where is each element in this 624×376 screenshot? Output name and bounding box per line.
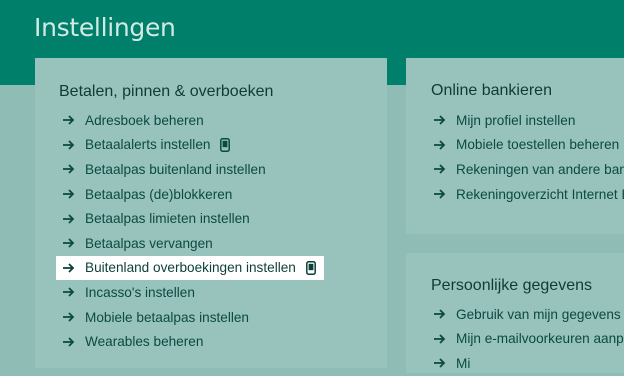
personal-data-card: Persoonlijke gegevens Gebruik van mijn g… [406,253,624,373]
link-label: Wearables beheren [85,334,204,350]
arrow-right-icon [434,164,446,175]
arrow-right-icon [63,263,75,273]
arrow-right-icon [63,287,75,298]
arrow-right-icon [434,309,446,319]
link-label: Mobiele betaalpas instellen [85,309,249,325]
arrow-right-icon [63,238,75,248]
link-buitenland-overboekingen[interactable]: Buitenland overboekingen instellen [56,255,324,281]
link-betaalpas-vervangen[interactable]: Betaalpas vervangen [62,231,324,256]
link-label: Mijn e-mailvoorkeuren aanpass [456,331,624,347]
payments-link-list: Adresboek beheren Betaalalerts instellen… [56,108,324,354]
arrow-right-icon [63,115,75,125]
link-label: Betaalpas buitenland instellen [85,161,266,177]
link-betaalpas-blokkeren[interactable]: Betaalpas (de)blokkeren [62,182,324,207]
link-label: Betaalpas vervangen [85,235,213,251]
link-andere-banken[interactable]: Rekeningen van andere banken [433,157,624,182]
link-label: Rekeningoverzicht Internet Ban [456,186,624,202]
arrow-right-icon [63,164,75,175]
link-mobiele-toestellen[interactable]: Mobiele toestellen beheren [433,133,624,158]
arrow-right-icon [63,337,75,347]
arrow-right-icon [434,334,446,344]
online-banking-link-list: Mijn profiel instellen Mobiele toestelle… [433,108,624,206]
link-label: Incasso's instellen [85,284,195,300]
link-label: Mi [456,355,471,371]
link-label: Mijn profiel instellen [456,112,576,128]
link-gebruik-gegevens[interactable]: Gebruik van mijn gegevens aan [433,302,624,327]
link-betaalpas-limieten[interactable]: Betaalpas limieten instellen [62,206,324,231]
page-title: Instellingen [34,13,176,42]
mobile-phone-icon [305,260,316,275]
arrow-right-icon [63,312,75,322]
arrow-right-icon [63,189,75,199]
link-rekeningoverzicht[interactable]: Rekeningoverzicht Internet Ban [433,182,624,207]
link-label: Betaalpas (de)blokkeren [85,186,233,202]
link-mijn-profiel[interactable]: Mijn profiel instellen [433,108,624,133]
link-betaalalerts[interactable]: Betaalalerts instellen [62,133,324,158]
link-mobiele-betaalpas[interactable]: Mobiele betaalpas instellen [62,305,324,330]
link-label: Rekeningen van andere banken [456,161,624,177]
link-label: Betaalpas limieten instellen [85,211,250,227]
mobile-phone-icon [220,137,231,152]
online-banking-card-title: Online bankieren [431,82,552,99]
arrow-right-icon [434,189,446,199]
link-betaalpas-buitenland[interactable]: Betaalpas buitenland instellen [62,157,324,182]
link-label: Adresboek beheren [85,112,204,128]
link-email-voorkeuren[interactable]: Mijn e-mailvoorkeuren aanpass [433,327,624,352]
payments-card: Betalen, pinnen & overboeken Adresboek b… [35,58,387,368]
link-partial[interactable]: Mi [433,351,624,376]
link-label: Gebruik van mijn gegevens aan [456,306,624,322]
arrow-right-icon [434,358,446,369]
personal-data-card-title: Persoonlijke gegevens [431,277,592,294]
link-label: Buitenland overboekingen instellen [85,260,296,276]
link-wearables[interactable]: Wearables beheren [62,329,324,354]
arrow-right-icon [63,140,75,150]
arrow-right-icon [434,115,446,125]
online-banking-card: Online bankieren Mijn profiel instellen … [406,58,624,234]
personal-data-link-list: Gebruik van mijn gegevens aan Mijn e-mai… [433,302,624,376]
link-label: Betaalalerts instellen [85,137,211,153]
arrow-right-icon [63,214,75,224]
payments-card-title: Betalen, pinnen & overboeken [59,83,274,100]
link-incassos[interactable]: Incasso's instellen [62,280,324,305]
arrow-right-icon [434,140,446,150]
link-adresboek[interactable]: Adresboek beheren [62,108,324,133]
link-label: Mobiele toestellen beheren [456,137,620,153]
